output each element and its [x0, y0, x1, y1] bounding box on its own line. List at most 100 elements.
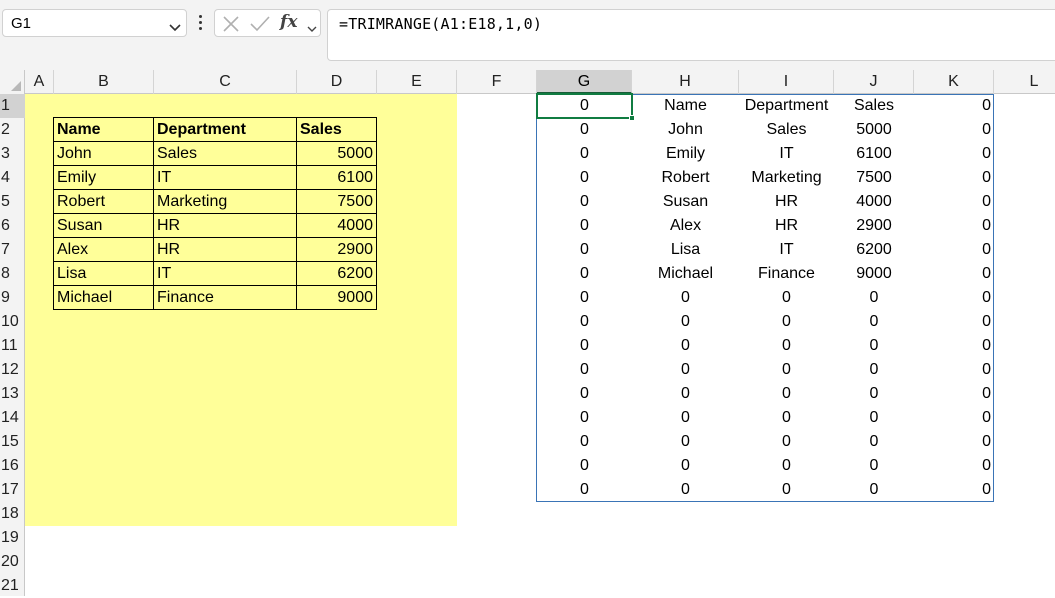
spill-cell[interactable]: 7500	[834, 166, 914, 190]
spill-cell[interactable]: 0	[914, 334, 994, 358]
header-cell[interactable]: Name	[53, 117, 154, 142]
row-header-11[interactable]: 11	[0, 334, 25, 358]
fill-handle[interactable]	[629, 115, 635, 121]
spill-cell[interactable]: Robert	[632, 166, 739, 190]
row-header-4[interactable]: 4	[0, 166, 25, 190]
spill-cell[interactable]: 0	[914, 94, 994, 118]
table-cell[interactable]: 9000	[296, 285, 377, 310]
table-cell[interactable]: Robert	[53, 189, 154, 214]
spill-cell[interactable]: 0	[739, 382, 834, 406]
table-cell[interactable]: Sales	[153, 141, 297, 166]
spill-cell[interactable]: Sales	[739, 118, 834, 142]
name-box-value[interactable]: G1	[11, 15, 31, 32]
row-header-19[interactable]: 19	[0, 526, 25, 550]
column-header-d[interactable]: D	[297, 70, 377, 94]
spill-cell[interactable]: Susan	[632, 190, 739, 214]
spill-cell[interactable]: Finance	[739, 262, 834, 286]
spill-cell[interactable]: 0	[914, 430, 994, 454]
spill-cell[interactable]: 0	[914, 118, 994, 142]
row-header-13[interactable]: 13	[0, 382, 25, 406]
spill-cell[interactable]: 0	[834, 286, 914, 310]
spill-cell[interactable]: 0	[537, 238, 632, 262]
spill-cell[interactable]: 0	[739, 310, 834, 334]
spill-cell[interactable]: 0	[914, 142, 994, 166]
spill-cell[interactable]: 0	[632, 454, 739, 478]
spill-cell[interactable]: Michael	[632, 262, 739, 286]
spill-cell[interactable]: Sales	[834, 94, 914, 118]
spill-cell[interactable]: 6100	[834, 142, 914, 166]
spill-cell[interactable]: 0	[914, 238, 994, 262]
header-cell[interactable]: Sales	[296, 117, 377, 142]
spill-cell[interactable]: 0	[632, 478, 739, 502]
table-cell[interactable]: Lisa	[53, 261, 154, 286]
row-header-17[interactable]: 17	[0, 478, 25, 502]
table-cell[interactable]: Emily	[53, 165, 154, 190]
table-cell[interactable]: 4000	[296, 213, 377, 238]
spill-cell[interactable]: 0	[834, 358, 914, 382]
spill-cell[interactable]: Alex	[632, 214, 739, 238]
spill-cell[interactable]: 0	[834, 310, 914, 334]
spill-cell[interactable]: 0	[537, 94, 632, 118]
spill-cell[interactable]: 0	[914, 478, 994, 502]
spill-cell[interactable]: 6200	[834, 238, 914, 262]
row-header-7[interactable]: 7	[0, 238, 25, 262]
table-cell[interactable]: Finance	[153, 285, 297, 310]
row-header-2[interactable]: 2	[0, 118, 25, 142]
spill-cell[interactable]: 0	[537, 406, 632, 430]
table-cell[interactable]: IT	[153, 261, 297, 286]
table-cell[interactable]: 6200	[296, 261, 377, 286]
table-cell[interactable]: IT	[153, 165, 297, 190]
spill-cell[interactable]: 5000	[834, 118, 914, 142]
spill-cell[interactable]: HR	[739, 214, 834, 238]
spill-cell[interactable]: 0	[914, 190, 994, 214]
row-header-5[interactable]: 5	[0, 190, 25, 214]
spill-cell[interactable]: 0	[914, 358, 994, 382]
column-header-j[interactable]: J	[834, 70, 914, 94]
spill-cell[interactable]: Lisa	[632, 238, 739, 262]
spill-cell[interactable]: 0	[632, 334, 739, 358]
column-header-e[interactable]: E	[377, 70, 457, 94]
spill-cell[interactable]: 0	[914, 166, 994, 190]
row-header-12[interactable]: 12	[0, 358, 25, 382]
spill-cell[interactable]: 0	[632, 406, 739, 430]
row-header-8[interactable]: 8	[0, 262, 25, 286]
spill-cell[interactable]: 0	[537, 262, 632, 286]
name-box[interactable]: G1	[2, 9, 187, 37]
row-header-6[interactable]: 6	[0, 214, 25, 238]
fx-icon[interactable]: fx	[280, 12, 297, 32]
table-cell[interactable]: HR	[153, 237, 297, 262]
table-cell[interactable]: Marketing	[153, 189, 297, 214]
table-cell[interactable]: Michael	[53, 285, 154, 310]
spill-cell[interactable]: 0	[834, 334, 914, 358]
spill-cell[interactable]: Emily	[632, 142, 739, 166]
spill-cell[interactable]: 0	[914, 454, 994, 478]
spill-cell[interactable]: 0	[834, 382, 914, 406]
table-cell[interactable]: Alex	[53, 237, 154, 262]
spill-cell[interactable]: Marketing	[739, 166, 834, 190]
spill-cell[interactable]: 0	[537, 478, 632, 502]
spill-cell[interactable]: 0	[834, 430, 914, 454]
row-header-14[interactable]: 14	[0, 406, 25, 430]
vertical-dots-icon[interactable]	[197, 12, 205, 34]
column-header-i[interactable]: I	[739, 70, 834, 94]
spill-cell[interactable]: 0	[914, 382, 994, 406]
column-header-a[interactable]: A	[25, 70, 54, 94]
row-header-20[interactable]: 20	[0, 550, 25, 574]
spill-cell[interactable]: 0	[739, 406, 834, 430]
spill-cell[interactable]: 0	[537, 310, 632, 334]
column-header-f[interactable]: F	[457, 70, 537, 94]
spill-cell[interactable]: 0	[632, 430, 739, 454]
spill-cell[interactable]: 0	[739, 454, 834, 478]
spill-cell[interactable]: 0	[914, 310, 994, 334]
spill-cell[interactable]: 0	[834, 478, 914, 502]
spill-cell[interactable]: 0	[537, 358, 632, 382]
chevron-down-icon[interactable]	[307, 20, 317, 38]
table-cell[interactable]: 7500	[296, 189, 377, 214]
spill-cell[interactable]: HR	[739, 190, 834, 214]
spill-cell[interactable]: 0	[739, 478, 834, 502]
spill-cell[interactable]: 0	[739, 334, 834, 358]
column-header-b[interactable]: B	[54, 70, 154, 94]
spill-cell[interactable]: 0	[537, 454, 632, 478]
spill-cell[interactable]: 0	[914, 214, 994, 238]
row-header-16[interactable]: 16	[0, 454, 25, 478]
